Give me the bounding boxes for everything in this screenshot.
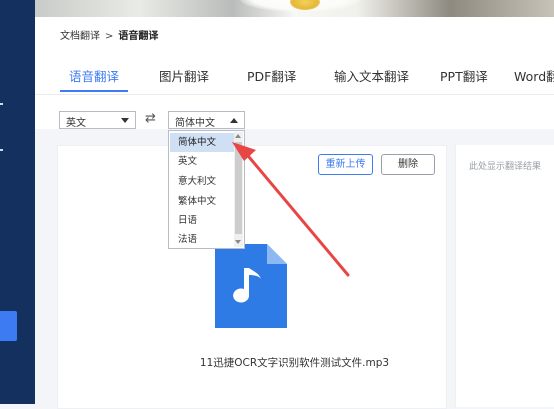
sidebar-item[interactable] — [0, 103, 3, 105]
tab-word-translation[interactable]: Word翻 — [514, 66, 554, 85]
dropdown-option[interactable]: 繁体中文 — [170, 192, 236, 211]
left-sidebar — [0, 0, 35, 404]
target-language-value: 简体中文 — [175, 118, 215, 129]
reupload-button[interactable]: 重新上传 — [318, 154, 373, 175]
target-language-dropdown: 简体中文 英文 意大利文 繁体中文 日语 法语 — [168, 130, 245, 249]
dropdown-option[interactable]: 英文 — [170, 152, 236, 171]
dropdown-scrollbar[interactable] — [234, 132, 243, 247]
tab-text-translation[interactable]: 输入文本翻译 — [334, 66, 409, 85]
sidebar-item-active[interactable] — [0, 311, 17, 341]
source-language-value: 英文 — [66, 118, 86, 129]
tabs-divider — [35, 94, 554, 95]
breadcrumb-separator: > — [105, 31, 114, 42]
active-tab-indicator — [60, 90, 128, 92]
dropdown-option[interactable]: 意大利文 — [170, 172, 236, 191]
file-name: 11迅捷OCR文字识别软件测试文件.mp3 — [199, 357, 390, 369]
chevron-up-icon — [230, 118, 238, 123]
breadcrumb-root[interactable]: 文档翻译 — [60, 31, 100, 42]
breadcrumb: 文档翻译 > 语音翻译 — [60, 27, 158, 42]
tab-voice-translation[interactable]: 语音翻译 — [69, 66, 119, 85]
tab-bar: 语音翻译 图片翻译 PDF翻译 输入文本翻译 PPT翻译 Word翻 — [35, 58, 554, 94]
dropdown-option[interactable]: 法语 — [170, 230, 236, 249]
audio-file-icon[interactable] — [215, 244, 287, 328]
result-placeholder: 此处显示翻译结果 — [469, 162, 542, 172]
dropdown-option[interactable]: 日语 — [170, 211, 236, 230]
delete-button[interactable]: 删除 — [381, 154, 435, 175]
dropdown-option[interactable]: 简体中文 — [170, 133, 236, 152]
scroll-up-icon[interactable] — [235, 134, 241, 138]
scrollbar-thumb[interactable] — [235, 142, 242, 234]
main-panel: 文档翻译 > 语音翻译 语音翻译 图片翻译 PDF翻译 输入文本翻译 PPT翻译 W… — [35, 17, 554, 409]
banner-image — [35, 0, 554, 17]
tab-ppt-translation[interactable]: PPT翻译 — [440, 66, 488, 85]
source-language-select[interactable]: 英文 — [59, 111, 136, 129]
breadcrumb-current: 语音翻译 — [118, 31, 159, 42]
scroll-down-icon[interactable] — [235, 240, 241, 244]
tab-image-translation[interactable]: 图片翻译 — [159, 66, 209, 85]
swap-arrows-icon[interactable]: ⇄ — [145, 111, 156, 126]
tab-pdf-translation[interactable]: PDF翻译 — [247, 66, 296, 85]
sidebar-item[interactable] — [0, 149, 3, 151]
chevron-down-icon — [121, 118, 129, 123]
target-language-select[interactable]: 简体中文 — [168, 111, 245, 129]
